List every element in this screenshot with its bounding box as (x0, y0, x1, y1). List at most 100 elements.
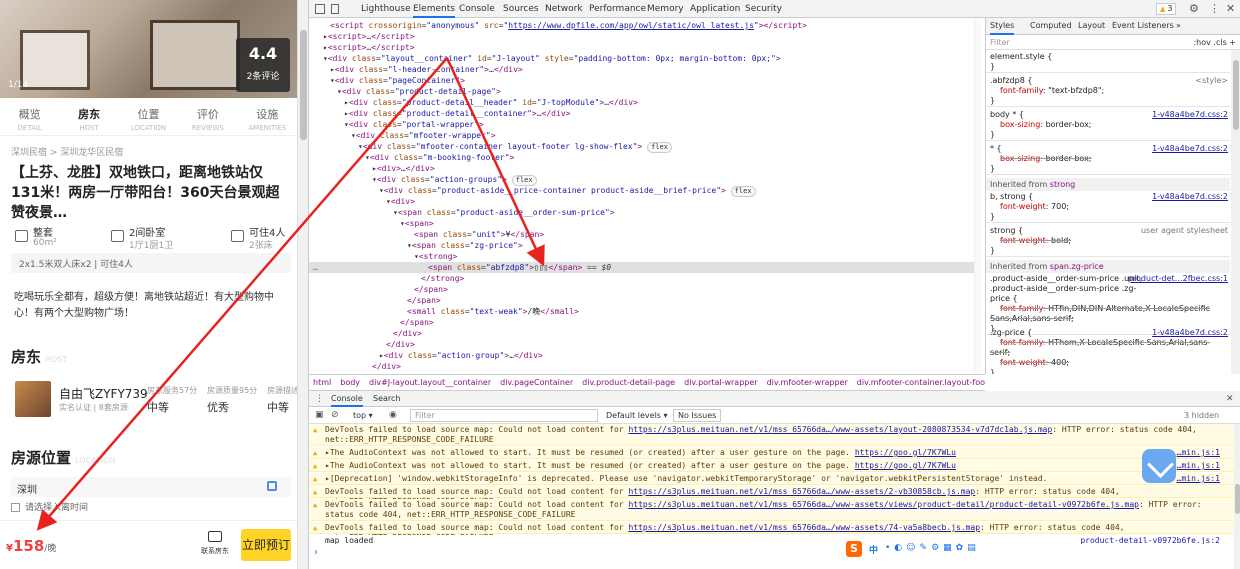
avatar[interactable] (15, 381, 51, 417)
console-scrollbar[interactable] (1234, 424, 1240, 569)
contact-host-button[interactable]: 联系房东 (198, 531, 232, 556)
dom-node[interactable]: ▸<div class="product-detail__header" id=… (309, 97, 974, 108)
message-source[interactable]: product-detail-v0972b6fe.js:2 (1080, 536, 1220, 544)
styles-tab-3[interactable]: Event Listeners (1112, 18, 1174, 35)
floating-assistant-icon[interactable] (1142, 449, 1176, 483)
style-rule[interactable]: element.style {} (986, 52, 1230, 73)
dom-node[interactable]: <small class="text-weak">/晚</small> (309, 306, 974, 317)
style-rule[interactable]: body * {1-v48a4be7d.css:2 box-sizing: bor… (986, 110, 1230, 141)
tab-sources[interactable]: Sources (503, 0, 539, 18)
console-warning-message[interactable]: ▸The AudioContext was not allowed to sta… (309, 447, 1234, 459)
style-rule[interactable]: * {1-v48a4be7d.css:2 box-sizing: border-b… (986, 144, 1230, 175)
dom-node[interactable]: </span> (309, 295, 974, 306)
rule-source-link[interactable]: 1-v48a4be7d.css:2 (1152, 144, 1228, 154)
dom-node[interactable]: ▸<div class="action-group">…</div> (309, 350, 974, 361)
book-now-button[interactable]: 立即预订 (241, 529, 291, 561)
rule-property[interactable]: box-sizing: border-box; (990, 154, 1226, 164)
dom-node[interactable]: ▸<div class="l-header-container">…</div> (309, 64, 974, 75)
console-warning-message[interactable]: DevTools failed to load source map: Coul… (309, 499, 1234, 521)
dom-node[interactable]: </strong> (309, 273, 974, 284)
dom-node[interactable]: ▾<span> (309, 218, 974, 229)
tab-lighthouse[interactable]: Lighthouse (361, 0, 411, 18)
rule-property[interactable]: box-sizing: border-box; (990, 120, 1226, 130)
host-card[interactable]: 自由飞ZYFY739 实名认证 | 8套房源 房东服务57分 中等 房源质量95… (11, 375, 297, 427)
scroll-thumb[interactable] (300, 30, 307, 140)
elements-tree[interactable]: <script crossorigin="anonymous" src="htt… (309, 18, 974, 374)
dom-node[interactable]: ▸<script>…</script> (309, 31, 974, 42)
rule-property[interactable]: font-family: "text-bfzdp8"; (990, 86, 1226, 96)
style-rule[interactable]: strong {user agent stylesheet font-weight… (986, 226, 1230, 257)
scroll-thumb[interactable] (1233, 60, 1239, 130)
styles-scrollbar[interactable] (1231, 50, 1240, 374)
warning-badge[interactable]: 3 (1156, 3, 1177, 15)
drawer-close-icon[interactable]: ✕ (1226, 393, 1234, 405)
dom-node[interactable]: </div> (309, 361, 974, 372)
dom-node[interactable]: <script crossorigin="anonymous" src="htt… (309, 20, 974, 31)
breadcrumb-item[interactable]: div#J-layout.layout__container (369, 378, 491, 387)
styles-filter-input[interactable]: Filter:hov .cls + (986, 35, 1240, 50)
dom-node[interactable]: ▾<span class="product-aside__order-sum-p… (309, 207, 974, 218)
dom-node[interactable]: ▾<div class="product-aside__price-contai… (309, 185, 974, 197)
page-scrollbar[interactable] (297, 0, 308, 569)
sogou-icon[interactable]: S (846, 541, 862, 557)
console-filter-input[interactable]: Filter (410, 409, 598, 422)
ime-toolbar[interactable]: S 中 •◐☺✎⚙▦✿▤ (844, 539, 989, 559)
tab-elements[interactable]: Elements (413, 0, 455, 18)
drawer-tab-console[interactable]: Console (331, 391, 363, 407)
rule-source-link[interactable]: 1-v48a4be7d.css:2 (1152, 328, 1228, 338)
breadcrumb[interactable]: 深圳民宿 > 深圳龙华区民宿 (11, 145, 123, 158)
map-icon[interactable] (267, 481, 277, 491)
ime-mode[interactable]: 中 (869, 543, 878, 556)
styles-tab-4[interactable]: » (1176, 18, 1181, 35)
eye-icon[interactable]: ◉ (389, 409, 397, 421)
style-rule[interactable]: .zg-price {1-v48a4be7d.css:2 font-family:… (986, 328, 1230, 374)
tab-memory[interactable]: Memory (647, 0, 684, 18)
console-warning-message[interactable]: DevTools failed to load source map: Coul… (309, 486, 1234, 506)
rule-property[interactable]: font-weight: 400; (990, 358, 1226, 368)
dom-node-selected[interactable]: … <span class="abfzdp8">▯▯▯</span> == $0 (309, 262, 974, 273)
message-link[interactable]: https://goo.gl/7K7WLu (855, 448, 956, 457)
console-warning-message[interactable]: ▸[Deprecation] 'window.webkitStorageInfo… (309, 473, 1234, 485)
log-levels-select[interactable]: Default levels ▾ (606, 409, 668, 422)
dom-node[interactable]: ▾<div class="product-detail-page"> (309, 86, 974, 97)
more-icon[interactable]: ⋮ (1209, 3, 1220, 15)
dom-node[interactable]: ▾<div class="pageContainer"> (309, 75, 974, 86)
dom-node[interactable]: ▸<div>…</div> (309, 163, 974, 174)
tab-performance[interactable]: Performance (589, 0, 646, 18)
dom-node[interactable]: </span> (309, 284, 974, 295)
scroll-thumb[interactable] (1235, 484, 1240, 514)
message-source[interactable]: …min.js:1 (1177, 448, 1220, 458)
breadcrumb-item[interactable]: div.mfooter-container.layout-footer.lg-s… (857, 378, 985, 387)
dom-node[interactable]: ▾<div class="m-booking-footer"> (309, 152, 974, 163)
dom-node[interactable]: ▾<span class="zg-price"> (309, 240, 974, 251)
dom-node[interactable]: ▸<div class="product-detail__container">… (309, 108, 974, 119)
tab-security[interactable]: Security (745, 0, 782, 18)
breadcrumb-item[interactable]: div.portal-wrapper (684, 378, 757, 387)
rule-source-link[interactable]: 1-v48a4be7d.css:2 (1152, 110, 1228, 120)
tab-network[interactable]: Network (545, 0, 583, 18)
dom-node[interactable]: </span> (309, 317, 974, 328)
rule-source-link[interactable]: 1-v48a4be7d.css:2 (1152, 192, 1228, 202)
breadcrumb-item[interactable]: div.pageContainer (500, 378, 573, 387)
style-rule[interactable]: b, strong {1-v48a4be7d.css:2 font-weight:… (986, 192, 1230, 223)
dom-node[interactable]: ▾<div class="layout__container" id="J-la… (309, 53, 974, 64)
rule-source-link[interactable]: user agent stylesheet (1141, 226, 1228, 236)
city-field[interactable]: 深圳 (11, 477, 291, 497)
tab-application[interactable]: Application (690, 0, 740, 18)
dom-node[interactable]: ▾<div class="action-groups"> flex (309, 174, 974, 186)
dom-node[interactable]: ▾<div class="mfooter-wrapper"> (309, 130, 974, 141)
styles-tab-1[interactable]: Computed (1030, 18, 1072, 35)
tab-console[interactable]: Console (459, 0, 495, 18)
message-source[interactable]: …min.js:1 (1177, 474, 1220, 484)
message-source[interactable]: …min.js:1 (1177, 461, 1220, 471)
message-link[interactable]: https://s3plus.meituan.net/v1/mss_65766d… (628, 523, 980, 532)
console-warning-message[interactable]: ▸The AudioContext was not allowed to sta… (309, 460, 1234, 472)
dom-node[interactable]: ▾<div class="portal-wrapper"> (309, 119, 974, 130)
dom-node[interactable]: </div> (309, 328, 974, 339)
style-rule[interactable]: .product-aside__order-sum-price .unit, .… (986, 274, 1230, 335)
ime-tools-icon[interactable]: •◐☺✎⚙▦✿▤ (885, 543, 980, 553)
rule-property[interactable]: font-family: HThom,X-LocaleSpecific Sans… (990, 338, 1226, 358)
clear-console-icon[interactable]: ⊘ (331, 409, 339, 421)
dom-node[interactable]: </div> (309, 339, 974, 350)
dom-node[interactable]: ▾<div class="mfooter-container layout-fo… (309, 141, 974, 153)
